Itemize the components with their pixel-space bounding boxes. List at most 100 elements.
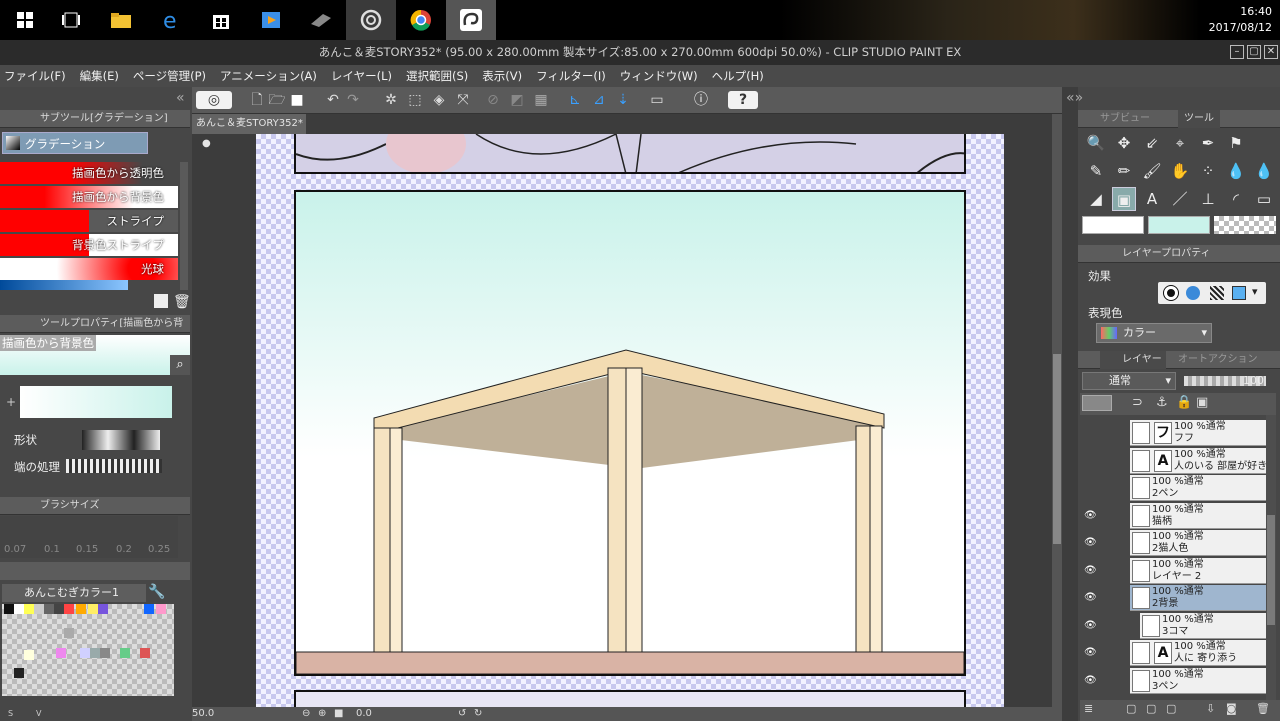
color-tab-v[interactable]: V (36, 709, 41, 718)
pencil-icon[interactable]: ✏ (1112, 159, 1136, 183)
wrench-icon[interactable]: 🔧 (148, 584, 165, 600)
top-comic-panel[interactable] (294, 134, 966, 174)
grid-snap-icon[interactable]: ⊿ (590, 91, 608, 109)
layer-row[interactable]: 100 %通常 猫柄 (1130, 502, 1268, 529)
gradient-editor[interactable] (20, 386, 172, 418)
shape-selector[interactable] (82, 430, 160, 450)
clip-studio-icon[interactable] (346, 0, 396, 40)
rotate-icon[interactable]: ⇙ (1140, 131, 1164, 155)
expand-right-icon[interactable]: «» (1066, 90, 1083, 106)
screen-mode-icon[interactable]: ▭ (648, 91, 666, 109)
move-icon[interactable]: ✥ (1112, 131, 1136, 155)
info-icon[interactable]: ⓘ (692, 91, 710, 109)
help-icon[interactable]: ? (728, 91, 758, 109)
layer-row[interactable]: 100 %通常 2ペン (1130, 475, 1268, 501)
fill-icon[interactable]: ◈ (430, 91, 448, 109)
angle-value[interactable]: 0.0 (356, 707, 372, 721)
border-effect-icon[interactable] (1163, 285, 1179, 301)
color-swatch[interactable] (44, 604, 54, 614)
zoom-icon[interactable]: 🔍 (1084, 131, 1108, 155)
menu-filter[interactable]: フィルター(I) (536, 68, 606, 84)
subtool-group-gradation[interactable]: グラデーション (2, 132, 148, 154)
layer-row[interactable]: A 100 %通常 人のいる 部屋が好き (1130, 447, 1268, 474)
subtool-light-orb[interactable]: 光球 (0, 258, 178, 280)
start-icon[interactable] (0, 0, 50, 40)
reference-icon[interactable]: ⚓ (1156, 395, 1168, 410)
special-ruler-snap-icon[interactable]: ⇣ (614, 91, 632, 109)
brush-size-value[interactable]: 0.25 (148, 544, 170, 555)
blend-mode-dropdown[interactable]: 通常 ▾ (1082, 372, 1176, 390)
new-icon[interactable]: 🗋 (248, 91, 266, 109)
color-swatch[interactable] (100, 648, 110, 658)
lock-icon[interactable]: 🔒 (1176, 395, 1192, 410)
layer-row[interactable]: A 100 %通常 人に 寄り添う (1130, 640, 1268, 666)
color-swatch[interactable] (90, 648, 100, 658)
clip-studio-icon[interactable]: ◎ (196, 91, 232, 109)
tab-tool[interactable]: ツール (1178, 110, 1220, 128)
undo-icon[interactable]: ↶ (324, 91, 342, 109)
save-icon[interactable]: ■ (288, 91, 306, 109)
subtool-partial-item[interactable] (0, 280, 128, 290)
color-swatch[interactable] (98, 604, 108, 614)
color-swatch[interactable] (76, 604, 86, 614)
expression-color-dropdown[interactable]: カラー ▾ (1096, 323, 1212, 343)
edge-browser-icon[interactable]: e (146, 0, 196, 40)
zoom-in-icon[interactable]: ⊕ (318, 707, 326, 721)
system-clock[interactable]: 16:40 2017/08/12 (1209, 4, 1272, 36)
subtool-fg-to-transparent[interactable]: 描画色から透明色 (0, 162, 178, 184)
menu-help[interactable]: ヘルプ(H) (712, 68, 764, 84)
menu-layer[interactable]: レイヤー(L) (331, 68, 392, 84)
close-tab-icon[interactable]: ● (202, 138, 211, 149)
zoom-value[interactable]: 50.0 (192, 707, 214, 721)
color-swatch[interactable] (144, 604, 154, 614)
eraser-icon[interactable]: ▭ (1252, 187, 1276, 211)
color-swatch[interactable] (80, 648, 90, 658)
color-swatch[interactable] (64, 604, 74, 614)
color-swatch[interactable] (120, 648, 130, 658)
color-tab-s[interactable]: S (8, 709, 13, 718)
frame-icon[interactable]: ⊥ (1196, 187, 1220, 211)
clip-studio-paint-icon[interactable] (446, 0, 496, 40)
hand-icon[interactable]: ✋ (1168, 159, 1192, 183)
eye-icon[interactable]: 👁 (1084, 510, 1098, 521)
line-icon[interactable]: ／ (1168, 187, 1192, 211)
color-swatch[interactable] (4, 604, 14, 614)
layer-color-dropdown[interactable] (1082, 395, 1112, 411)
layer-row[interactable]: 100 %通常 2背景 (1130, 585, 1268, 611)
trash-icon[interactable]: 🗑 (1256, 702, 1270, 715)
menu-edit[interactable]: 編集(E) (80, 68, 119, 84)
new-raster-layer-icon[interactable]: ▢ (1126, 702, 1136, 715)
layer-menu-icon[interactable]: ≣ (1084, 702, 1093, 715)
store-icon[interactable] (196, 0, 246, 40)
transparent-color-swatch[interactable] (1214, 216, 1276, 234)
document-tab[interactable]: あんこ＆麦STORY352* ● (192, 114, 306, 149)
layer-row[interactable]: 100 %通常 レイヤー 2 (1130, 557, 1268, 584)
edge-selector[interactable] (66, 459, 162, 473)
invert-selection-icon[interactable]: ◩ (508, 91, 526, 109)
add-stop-icon[interactable]: + (6, 395, 16, 409)
speech-icon[interactable]: ◜ (1224, 187, 1248, 211)
layer-color-icon[interactable] (1232, 286, 1246, 300)
redo-icon[interactable]: ↷ (344, 91, 362, 109)
layer-scroll-thumb[interactable] (1267, 515, 1275, 625)
text-icon[interactable]: A (1140, 187, 1164, 211)
pen-icon[interactable]: ✎ (1084, 159, 1108, 183)
color-swatch[interactable] (24, 650, 34, 660)
new-folder-icon[interactable]: ▢ (1166, 702, 1176, 715)
deselect-icon[interactable]: ⊘ (484, 91, 502, 109)
trash-icon[interactable]: 🗑 (173, 294, 191, 310)
opacity-value[interactable]: 100 (1243, 374, 1264, 387)
show-selection-icon[interactable]: ▦ (532, 91, 550, 109)
layer-row[interactable]: 100 %通常 3コマ (1140, 612, 1268, 639)
task-view-icon[interactable] (46, 0, 96, 40)
subtool-bg-stripe[interactable]: 背景色ストライプ (0, 234, 178, 256)
menu-animation[interactable]: アニメーション(A) (220, 68, 317, 84)
color-swatch[interactable] (34, 604, 44, 614)
gradation-icon[interactable]: ▣ (1112, 187, 1136, 211)
tab-subview[interactable]: サブビュー (1100, 110, 1150, 128)
color-panel-tabs[interactable] (0, 562, 190, 580)
color-swatch[interactable] (56, 648, 66, 658)
transform-icon[interactable]: ⬚ (406, 91, 424, 109)
rotate-left-icon[interactable]: ↺ (458, 707, 466, 721)
layer-row[interactable]: 100 %通常 2猫人色 (1130, 530, 1268, 556)
